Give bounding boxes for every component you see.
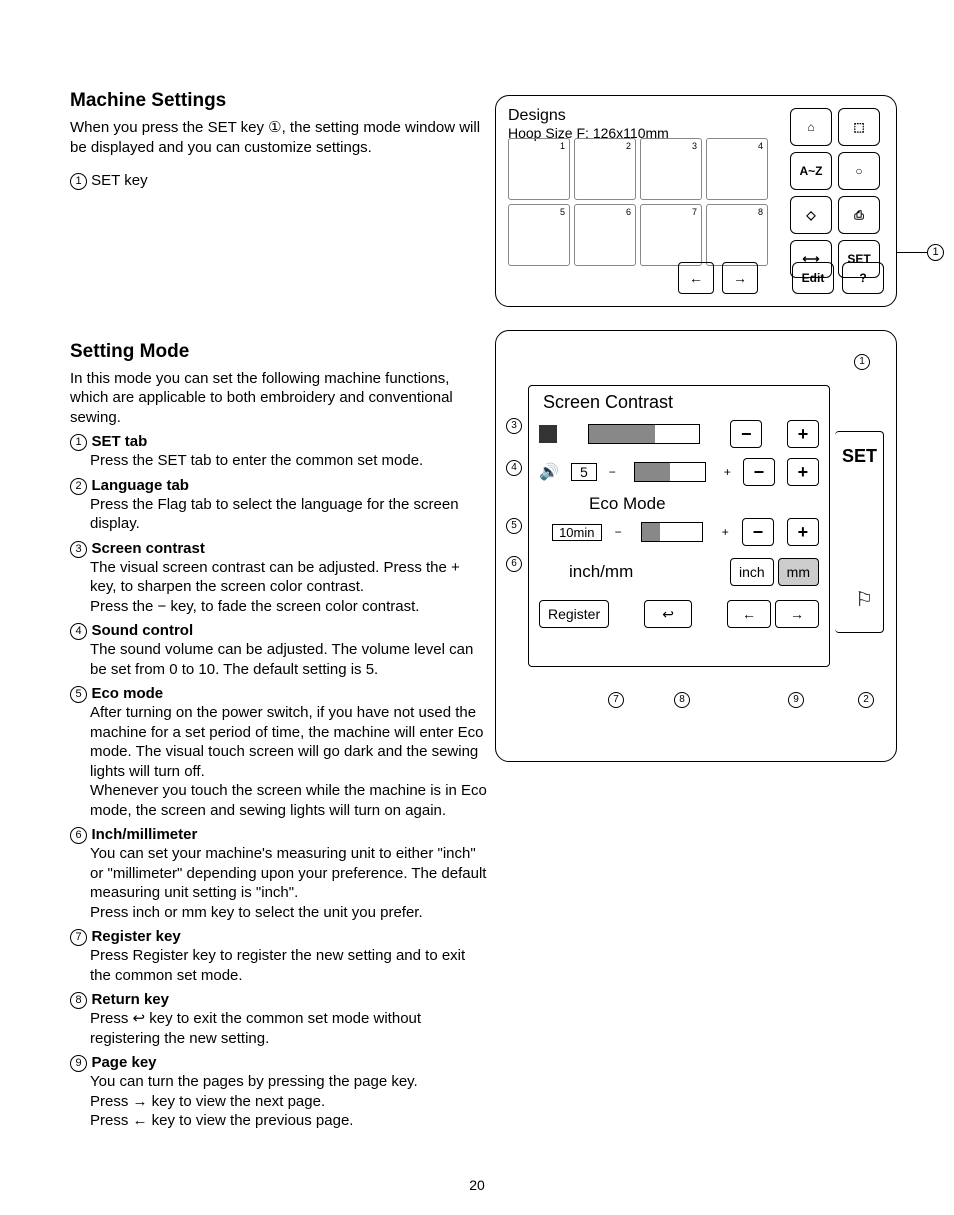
bullet-text-1: SET key [91,172,147,189]
callout-7: 7 [608,692,624,708]
mode-button[interactable]: ⎙ [838,196,880,234]
item-title: Screen contrast [91,540,204,557]
design-cell[interactable]: 3 [640,138,702,200]
item-num: 4 [70,623,87,640]
item-title: Register key [91,928,180,945]
page-prev-button[interactable]: ← [727,600,771,628]
callout-pointer: 1 [897,244,944,261]
design-cell[interactable]: 7 [640,204,702,266]
item-num: 6 [70,827,87,844]
callout-1: 1 [854,354,870,370]
mode-button[interactable]: ⌂ [790,108,832,146]
eco-mode-label: Eco Mode [589,494,666,514]
item-desc: The sound volume can be adjusted. The vo… [90,640,490,679]
setting-mode-intro: In this mode you can set the following m… [70,369,490,428]
az-button[interactable]: A~Z [790,152,832,190]
machine-settings-heading: Machine Settings [70,90,490,112]
item-num: 3 [70,541,87,558]
item-num: 9 [70,1055,87,1072]
return-button[interactable]: ↩ [644,600,692,628]
item-num: 5 [70,686,87,703]
item-title: Sound control [91,622,193,639]
callout-1: 1 [927,244,944,261]
machine-settings-intro: When you press the SET key ①, the settin… [70,118,490,157]
callout-5: 5 [506,518,522,534]
set-tab-label[interactable]: SET [842,446,877,467]
inch-button[interactable]: inch [730,558,774,586]
design-cell[interactable]: 2 [574,138,636,200]
edit-button[interactable]: Edit [792,262,834,294]
callout-6: 6 [506,556,522,572]
item-desc: You can set your machine's measuring uni… [90,844,490,922]
item-desc: Press the Flag tab to select the languag… [90,495,490,534]
item-desc: Press the SET tab to enter the common se… [90,451,490,471]
contrast-minus-button[interactable]: − [730,420,762,448]
sound-minus-button[interactable]: − [743,458,775,486]
figure-designs-screen: Designs Hoop Size F: 126x110mm 1 2 3 4 5… [495,95,897,307]
bullet-num-1: 1 [70,173,87,190]
item-desc: Press Register key to register the new s… [90,946,490,985]
design-cell[interactable]: 6 [574,204,636,266]
item-num: 8 [70,992,87,1009]
item-title: Inch/millimeter [91,826,197,843]
eco-minus-button[interactable]: − [742,518,774,546]
eco-value: 10min [552,524,601,541]
help-button[interactable]: ? [842,262,884,294]
item-desc: You can turn the pages by pressing the p… [90,1072,490,1131]
settings-panel: Screen Contrast − + 🔊 5 − + − + Eco Mode… [528,385,830,667]
callout-4: 4 [506,460,522,476]
design-cell[interactable]: 5 [508,204,570,266]
item-num: 2 [70,478,87,495]
prev-page-button[interactable]: ← [678,262,714,294]
item-title: Language tab [91,477,189,494]
mode-button[interactable]: ○ [838,152,880,190]
eco-plus-button[interactable]: + [787,518,819,546]
screen-contrast-label: Screen Contrast [543,392,673,413]
item-desc: The visual screen contrast can be adjust… [90,558,490,617]
design-cell[interactable]: 8 [706,204,768,266]
speaker-icon: 🔊 [539,462,559,482]
page-number: 20 [0,1177,954,1193]
setting-mode-heading: Setting Mode [70,341,490,363]
callout-3: 3 [506,418,522,434]
callout-2: 2 [858,692,874,708]
sound-plus-button[interactable]: + [787,458,819,486]
contrast-plus-button[interactable]: + [787,420,819,448]
mm-button[interactable]: mm [778,558,819,586]
item-num: 1 [70,434,87,451]
sound-value: 5 [571,463,597,481]
callout-9: 9 [788,692,804,708]
contrast-icon [539,425,557,443]
design-cell[interactable]: 4 [706,138,768,200]
item-desc: After turning on the power switch, if yo… [90,703,490,820]
next-page-button[interactable]: → [722,262,758,294]
item-num: 7 [70,929,87,946]
item-title: Eco mode [91,685,163,702]
callout-8: 8 [674,692,690,708]
item-title: SET tab [91,433,147,450]
design-cell[interactable]: 1 [508,138,570,200]
item-desc: Press ↩ key to exit the common set mode … [90,1009,490,1048]
figure-setting-mode-screen: 1 Screen Contrast − + 🔊 5 − + − + Eco Mo… [495,330,897,762]
item-title: Return key [91,991,169,1008]
inch-mm-label: inch/mm [569,562,633,582]
mode-button[interactable]: ⬚ [838,108,880,146]
item-title: Page key [91,1054,156,1071]
mode-button[interactable]: ◇ [790,196,832,234]
page-next-button[interactable]: → [775,600,819,628]
flag-tab-icon[interactable]: ⚐ [855,587,873,612]
register-button[interactable]: Register [539,600,609,628]
